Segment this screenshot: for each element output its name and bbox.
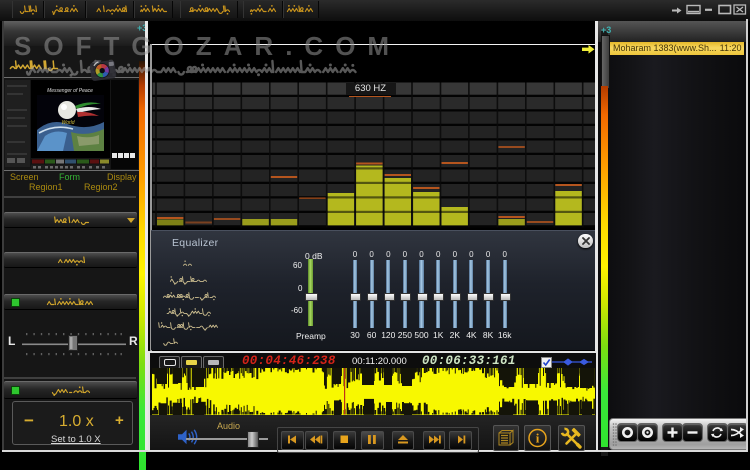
svg-text:i: i [535, 431, 539, 446]
svg-text:World: World [61, 120, 74, 126]
svg-text:Messenger of Peace: Messenger of Peace [47, 88, 93, 94]
